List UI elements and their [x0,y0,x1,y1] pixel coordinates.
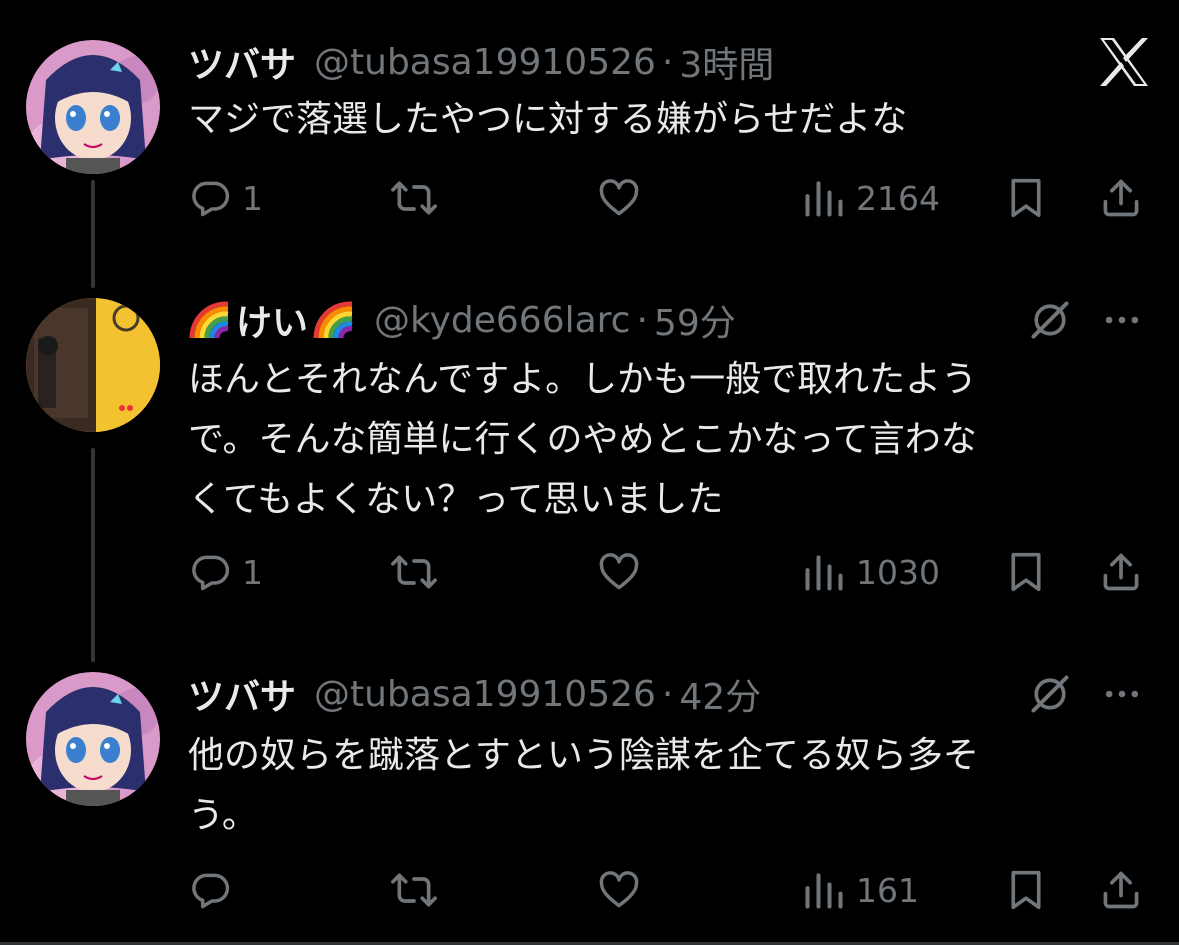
x-logo-icon[interactable] [1096,36,1152,92]
separator: · [661,41,674,83]
tweet-text-line: う。 [188,795,258,836]
view-count: 2164 [856,178,940,218]
retweet-button[interactable] [390,550,438,594]
retweet-button[interactable] [390,176,438,220]
views-button[interactable]: 161 [802,868,919,912]
retweet-button[interactable] [390,868,438,912]
grok-icon[interactable] [1028,298,1072,342]
tweet-controls [1028,672,1144,716]
bookmark-icon [1011,178,1041,218]
tweet-text-line: で。そんな簡単に行くのやめとこかなって言わな [188,419,977,460]
user-avatar[interactable] [26,672,160,806]
views-icon [805,181,843,217]
share-button[interactable] [1098,868,1144,912]
tweet-header: ツバサ @tubasa19910526 · 3時間 [188,36,774,88]
timestamp[interactable]: 59分 [654,294,736,346]
views-icon [805,555,843,591]
action-bar: 161 [0,868,1179,916]
share-button[interactable] [1098,550,1144,594]
tweet-header: けい @kyde666larc · 59分 [188,296,736,344]
views-icon [805,873,843,909]
reply-icon [192,181,230,217]
bookmark-icon [1011,870,1041,910]
share-icon [1103,871,1139,909]
views-button[interactable]: 1030 [802,550,940,594]
action-bar: 1 1030 [0,550,1179,598]
display-name[interactable]: ツバサ [188,668,296,720]
share-button[interactable] [1098,176,1144,220]
bookmark-button[interactable] [1006,868,1046,912]
tweet-text-line: くてもよくない？って思いました [188,479,724,520]
user-handle[interactable]: @tubasa19910526 [314,674,656,715]
bookmark-button[interactable] [1006,176,1046,220]
display-name[interactable]: ツバサ [188,36,296,88]
tweet-text-line: ほんとそれなんですよ。しかも一般で取れたよう [188,359,978,400]
user-avatar[interactable] [26,298,160,432]
tweet-text: 他の奴らを蹴落とすという陰謀を企てる奴ら多そ う。 [188,726,1128,846]
reply-button[interactable]: 1 [188,176,263,220]
like-button[interactable] [596,868,642,912]
retweet-icon [391,555,437,589]
display-name[interactable]: けい [236,294,308,346]
reply-button[interactable]: 1 [188,550,263,594]
heart-icon [599,179,639,216]
share-icon [1103,179,1139,217]
heart-icon [599,553,639,590]
tweet-controls [1028,298,1144,342]
retweet-icon [391,181,437,215]
retweet-icon [391,873,437,907]
share-icon [1103,553,1139,591]
tweet-text: マジで落選したやつに対する嫌がらせだよな [188,99,908,140]
grok-icon[interactable] [1028,672,1072,716]
reply-count: 1 [242,178,263,218]
timestamp[interactable]: 42分 [679,668,761,720]
bookmark-icon [1011,552,1041,592]
heart-icon [599,871,639,908]
views-button[interactable]: 2164 [802,176,940,220]
bookmark-button[interactable] [1006,550,1046,594]
timestamp[interactable]: 3時間 [679,36,774,88]
rainbow-icon [313,301,353,339]
tweet-text-line: 他の奴らを蹴落とすという陰謀を企てる奴ら多そ [188,735,979,776]
view-count: 161 [856,870,919,910]
tweet-text: ほんとそれなんですよ。しかも一般で取れたよう で。そんな簡単に行くのやめとこかな… [188,350,1128,530]
view-count: 1030 [856,552,940,592]
action-bar: 1 2164 [0,176,1179,224]
more-icon[interactable] [1100,298,1144,342]
user-avatar[interactable] [26,40,160,174]
reply-icon [192,873,230,909]
separator: · [636,299,648,341]
rainbow-icon [189,301,229,339]
reply-button[interactable] [188,868,242,912]
reply-icon [192,555,230,591]
like-button[interactable] [596,176,642,220]
tweet-header: ツバサ @tubasa19910526 · 42分 [188,668,761,720]
separator: · [661,673,674,715]
reply-count: 1 [242,552,263,592]
more-icon[interactable] [1100,672,1144,716]
like-button[interactable] [596,550,642,594]
user-handle[interactable]: @tubasa19910526 [314,42,656,83]
user-handle[interactable]: @kyde666larc [374,300,630,341]
